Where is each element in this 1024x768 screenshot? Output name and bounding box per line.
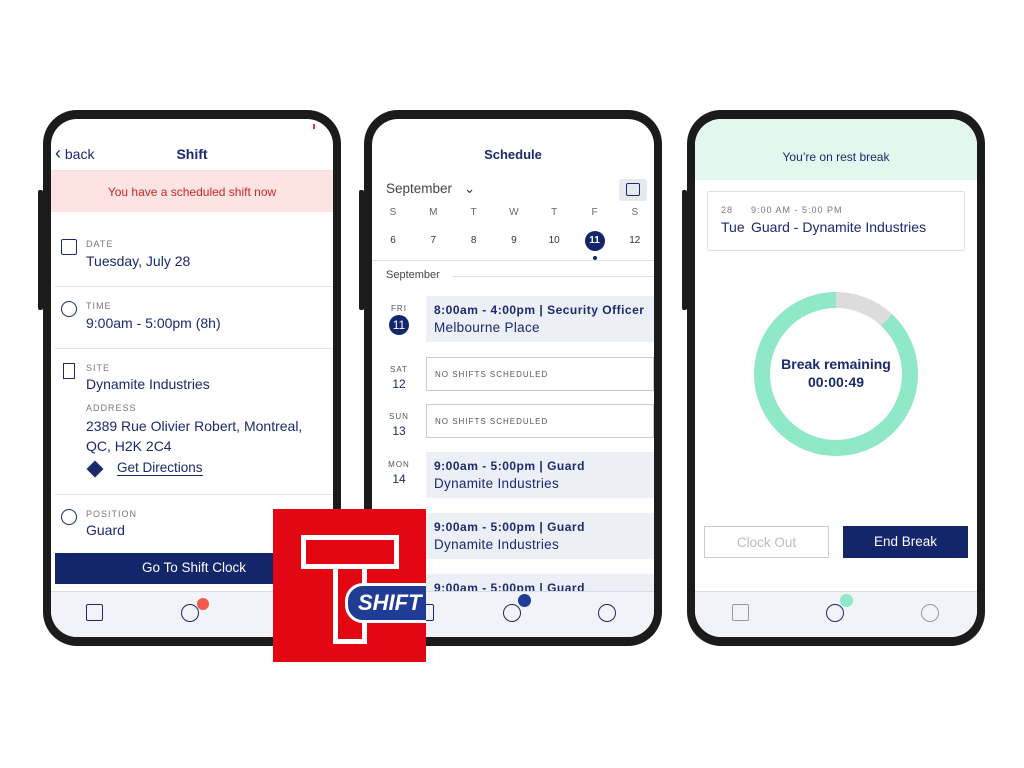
building-icon (63, 363, 75, 379)
shift-title: Guard - Dynamite Industries (751, 219, 927, 235)
phone-side-button (38, 190, 43, 310)
date-cell[interactable]: 6 (383, 231, 403, 251)
weekday-label: M (429, 207, 438, 218)
site-value: Dynamite Industries (86, 376, 210, 392)
shift-item[interactable]: 9:00am - 5:00pm | Guard Dynamite Industri… (426, 513, 654, 559)
calendar-picker-button[interactable] (619, 179, 647, 201)
month-selector[interactable]: September ⌄ (386, 181, 475, 197)
day-label: FRI 11 (384, 304, 414, 335)
date-label: DATE (86, 239, 114, 249)
shift-site: Dynamite Industries (434, 476, 559, 491)
shift-time: 9:00am - 5:00pm | Guard (434, 520, 585, 534)
break-remaining-label: Break remaining (781, 356, 891, 372)
chevron-down-icon: ⌄ (463, 181, 476, 196)
tshift-logo: SHIFT (273, 509, 426, 662)
weekday-label: W (509, 207, 519, 218)
phone-rest-break: You’re on rest break 28 9:00 AM - 5:00 P… (687, 110, 985, 646)
calendar-icon (61, 239, 77, 255)
day-label: SAT 12 (384, 365, 414, 391)
break-remaining-time: 00:00:49 (807, 374, 865, 390)
profile-tab-icon[interactable] (598, 604, 616, 622)
day-label: MON 14 (384, 460, 414, 486)
day-number: 11 (389, 315, 409, 335)
address-label: ADDRESS (86, 403, 137, 413)
calendar-icon (626, 183, 640, 196)
time-value: 9:00am - 5:00pm (8h) (86, 315, 221, 331)
clock-out-button[interactable]: Clock Out (704, 526, 829, 558)
logo-shift-text: SHIFT (345, 583, 426, 623)
battery-indicator (313, 124, 315, 129)
address-value: 2389 Rue Olivier Robert, Montreal, QC, H… (86, 418, 303, 454)
notification-badge (197, 598, 209, 610)
page-title: Shift (176, 146, 208, 162)
date-cell[interactable]: 11 (584, 231, 605, 251)
day-number: 28 (721, 205, 734, 215)
shift-time: 9:00am - 5:00pm | Guard (434, 459, 585, 473)
weekday-label: T (470, 207, 477, 218)
notification-badge (840, 594, 853, 607)
clock-tab-icon[interactable] (503, 604, 521, 622)
end-break-button[interactable]: End Break (843, 526, 968, 558)
day-number: 14 (392, 472, 406, 486)
weekday-label: T (551, 207, 558, 218)
section-header: September (386, 269, 440, 281)
clock-tab-icon[interactable] (181, 604, 199, 622)
no-shifts-item: NO SHIFTS SCHEDULED (426, 404, 654, 438)
position-label: POSITION (86, 509, 138, 519)
day-number: 13 (392, 424, 406, 438)
date-cell[interactable]: 7 (423, 231, 443, 251)
date-value: Tuesday, July 28 (86, 253, 191, 269)
day-label: SUN 13 (384, 412, 414, 438)
clock-tab-icon[interactable] (826, 604, 844, 622)
month-label: September (386, 181, 453, 196)
weekday-label: F (591, 207, 598, 218)
shift-hours: 9:00 AM - 5:00 PM (751, 205, 843, 215)
bottom-nav (695, 591, 977, 637)
schedule-tab-icon[interactable] (86, 604, 103, 621)
person-icon (61, 509, 77, 525)
alert-banner: You have a scheduled shift now (51, 170, 333, 212)
date-cell[interactable]: 10 (544, 231, 564, 251)
weekday-label: S (631, 207, 639, 218)
phone-side-button (359, 190, 364, 310)
shift-site: Dynamite Industries (434, 537, 559, 552)
schedule-tab-icon[interactable] (732, 604, 749, 621)
weekday: SUN (389, 412, 409, 421)
phone-side-button (682, 190, 687, 310)
day-number: 12 (392, 377, 406, 391)
directions-icon (86, 460, 104, 478)
profile-tab-icon[interactable] (921, 604, 939, 622)
notification-badge (518, 594, 531, 607)
shift-item[interactable]: 8:00am - 4:00pm | Security Officer Melbou… (426, 296, 654, 342)
position-value: Guard (86, 522, 125, 538)
get-directions-link[interactable]: Get Directions (117, 460, 203, 476)
weekday: FRI (391, 304, 407, 313)
weekday-label: S (389, 207, 397, 218)
shift-item[interactable]: 9:00am - 5:00pm | Guard Dynamite Industri… (426, 452, 654, 498)
time-label: TIME (86, 301, 112, 311)
break-banner: You’re on rest break (695, 119, 977, 180)
date-cell[interactable]: 12 (625, 231, 645, 251)
page-title: Schedule (484, 147, 542, 162)
shift-site: Melbourne Place (434, 320, 540, 335)
weekday: SAT (390, 365, 408, 374)
shift-card[interactable]: 28 9:00 AM - 5:00 PM Tue Guard - Dynamit… (707, 191, 965, 251)
date-cell[interactable]: 8 (464, 231, 484, 251)
weekday: MON (388, 460, 410, 469)
date-cell[interactable]: 9 (504, 231, 524, 251)
site-label: SITE (86, 363, 111, 373)
no-shifts-item: NO SHIFTS SCHEDULED (426, 357, 654, 391)
day-name: Tue (721, 219, 745, 235)
clock-icon (61, 301, 77, 317)
shift-time: 8:00am - 4:00pm | Security Officer (434, 303, 645, 317)
